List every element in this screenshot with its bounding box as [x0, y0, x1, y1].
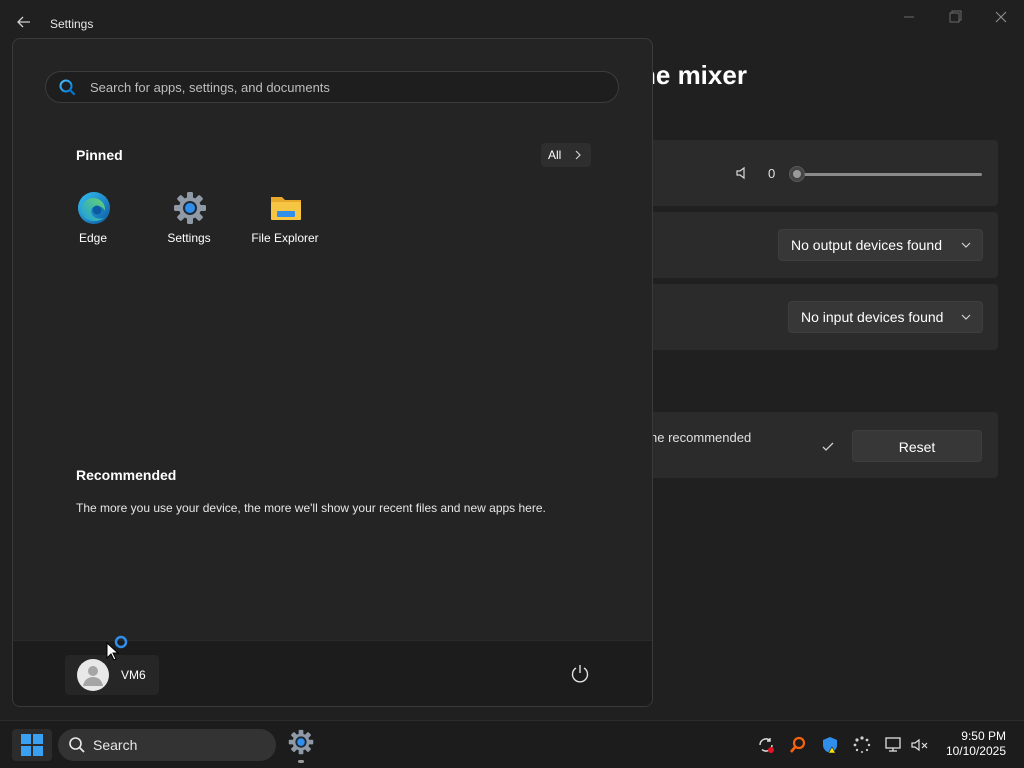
all-apps-button[interactable]: All	[541, 143, 591, 167]
close-icon	[995, 11, 1007, 23]
start-search-input[interactable]: Search for apps, settings, and documents	[45, 71, 619, 103]
minimize-icon	[904, 16, 914, 18]
start-menu: Search for apps, settings, and documents…	[12, 38, 653, 707]
back-arrow-icon	[17, 16, 30, 28]
chevron-down-icon	[961, 314, 971, 320]
chevron-down-icon	[961, 242, 971, 248]
volume-muted-icon[interactable]	[910, 735, 930, 755]
pinned-heading: Pinned	[76, 147, 123, 163]
maximize-button[interactable]	[940, 6, 970, 28]
search-icon	[69, 737, 85, 753]
taskbar-clock[interactable]: 9:50 PM 10/10/2025	[936, 729, 1006, 759]
pinned-app-edge[interactable]: Edge	[48, 187, 138, 249]
all-apps-label: All	[548, 148, 562, 162]
taskbar-settings-app[interactable]	[284, 727, 318, 763]
minimize-button[interactable]	[894, 6, 924, 28]
pinned-app-file-explorer[interactable]: File Explorer	[240, 187, 330, 249]
power-icon[interactable]	[569, 663, 591, 685]
recommended-heading: Recommended	[76, 467, 177, 483]
input-device-label: No input devices found	[801, 309, 944, 325]
reset-description: he recommended	[650, 430, 752, 445]
mouse-pointer-icon	[106, 642, 120, 661]
taskbar-search-box[interactable]: Search	[58, 729, 276, 761]
output-device-dropdown[interactable]: No output devices found	[778, 229, 983, 261]
checkmark-icon	[822, 442, 834, 451]
gear-icon	[288, 729, 314, 755]
running-indicator	[298, 760, 304, 763]
security-shield-icon[interactable]	[820, 735, 840, 755]
volume-slider-thumb[interactable]	[789, 166, 805, 182]
gear-icon	[174, 192, 206, 224]
search-placeholder: Search for apps, settings, and documents	[90, 80, 330, 95]
user-icon	[83, 666, 103, 686]
start-button[interactable]	[12, 729, 52, 761]
output-device-card: No output devices found	[640, 212, 998, 278]
recommended-description: The more you use your device, the more w…	[76, 501, 546, 515]
taskbar: Search 9:50 PM 10/10/2025	[0, 720, 1024, 768]
reset-card: he recommended Reset	[640, 412, 998, 478]
input-device-dropdown[interactable]: No input devices found	[788, 301, 983, 333]
settings-titlebar: Settings	[0, 0, 1024, 40]
network-icon[interactable]	[884, 735, 904, 755]
pinned-app-settings[interactable]: Settings	[144, 187, 234, 249]
window-title: Settings	[50, 17, 94, 31]
taskbar-search-label: Search	[93, 737, 138, 753]
avatar	[77, 659, 109, 691]
sync-icon[interactable]	[756, 735, 776, 755]
output-device-label: No output devices found	[791, 237, 942, 253]
back-button[interactable]	[12, 10, 36, 34]
folder-icon	[271, 197, 301, 220]
volume-slider[interactable]	[789, 166, 982, 182]
edge-icon	[78, 192, 110, 224]
volume-value: 0	[768, 166, 776, 181]
page-title: he mixer	[640, 60, 747, 90]
pinned-app-label: Edge	[78, 231, 108, 245]
chevron-right-icon	[575, 150, 581, 160]
reset-button[interactable]: Reset	[852, 430, 982, 462]
magnifier-tool-icon[interactable]	[788, 735, 808, 755]
user-name: VM6	[121, 668, 146, 682]
loading-icon[interactable]	[852, 735, 872, 755]
pinned-app-label: File Explorer	[251, 231, 319, 245]
restore-icon	[949, 10, 962, 23]
clock-date: 10/10/2025	[945, 744, 1006, 758]
pinned-app-label: Settings	[167, 231, 211, 245]
search-icon	[59, 79, 76, 96]
speaker-mute-icon	[736, 166, 745, 180]
windows-logo-icon	[21, 734, 43, 756]
close-button[interactable]	[986, 6, 1016, 28]
clock-time: 9:50 PM	[961, 729, 1006, 743]
input-device-card: No input devices found	[640, 284, 998, 350]
volume-card: 0	[640, 140, 998, 206]
